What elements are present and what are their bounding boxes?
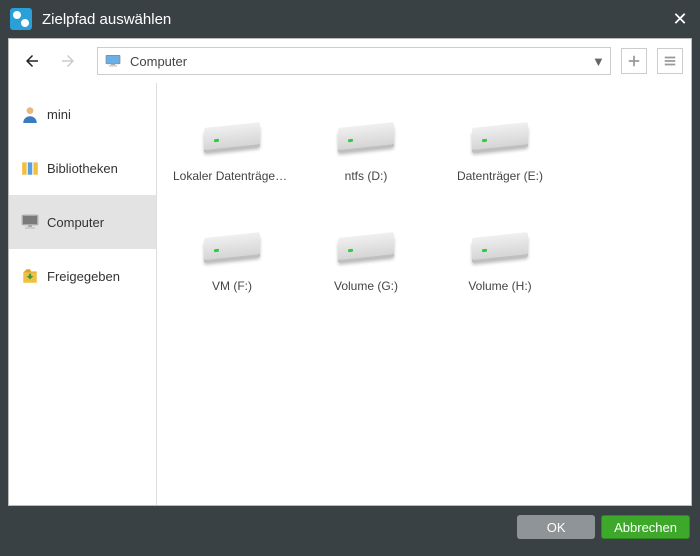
disk-icon [468, 217, 532, 265]
drive-item[interactable]: Volume (H:) [437, 211, 563, 309]
path-text: Computer [130, 54, 592, 69]
sidebar: mini Bibliotheken Computer Freigegeben [9, 83, 157, 505]
drive-item[interactable]: Datenträger (E:) [437, 101, 563, 199]
list-icon [663, 54, 677, 68]
cancel-label: Abbrechen [614, 520, 677, 535]
drive-label: ntfs (D:) [303, 169, 429, 183]
sidebar-item-shared[interactable]: Freigegeben [9, 249, 156, 303]
disk-icon [468, 107, 532, 155]
drive-item[interactable]: ntfs (D:) [303, 101, 429, 199]
sidebar-item-user[interactable]: mini [9, 87, 156, 141]
new-folder-button[interactable] [621, 48, 647, 74]
path-bar[interactable]: Computer ▼ [97, 47, 611, 75]
shared-icon [21, 267, 39, 285]
drive-item[interactable]: Volume (G:) [303, 211, 429, 309]
sidebar-item-libraries[interactable]: Bibliotheken [9, 141, 156, 195]
arrow-left-icon [23, 52, 41, 70]
main-panel: Computer ▼ mini [8, 38, 692, 506]
view-list-button[interactable] [657, 48, 683, 74]
forward-button[interactable] [53, 46, 83, 76]
cancel-button[interactable]: Abbrechen [601, 515, 690, 539]
back-button[interactable] [17, 46, 47, 76]
window-title: Zielpfad auswählen [42, 11, 670, 28]
path-dropdown-icon[interactable]: ▼ [592, 54, 604, 69]
drive-label: VM (F:) [169, 279, 295, 293]
drive-label: Lokaler Datenträger (... [169, 169, 295, 183]
drive-item[interactable]: Lokaler Datenträger (... [169, 101, 295, 199]
computer-icon [104, 54, 122, 68]
arrow-right-icon [59, 52, 77, 70]
footer: OK Abbrechen [0, 506, 700, 548]
ok-button[interactable]: OK [517, 515, 595, 539]
user-icon [21, 105, 39, 123]
app-icon [10, 8, 32, 30]
sidebar-item-label: Bibliotheken [47, 161, 118, 176]
drive-label: Volume (G:) [303, 279, 429, 293]
close-icon[interactable]: ✕ [670, 9, 690, 29]
plus-icon [627, 54, 641, 68]
ok-label: OK [547, 520, 566, 535]
sidebar-item-label: Computer [47, 215, 104, 230]
library-icon [21, 159, 39, 177]
sidebar-item-label: mini [47, 107, 71, 122]
disk-icon [334, 217, 398, 265]
disk-icon [334, 107, 398, 155]
disk-icon [200, 217, 264, 265]
sidebar-item-computer[interactable]: Computer [9, 195, 156, 249]
drive-item[interactable]: VM (F:) [169, 211, 295, 309]
drive-label: Datenträger (E:) [437, 169, 563, 183]
computer-icon [21, 213, 39, 231]
titlebar: Zielpfad auswählen ✕ [0, 0, 700, 38]
body-area: mini Bibliotheken Computer Freigegeben [9, 83, 691, 505]
drive-grid: Lokaler Datenträger (... ntfs (D:) Daten… [157, 83, 691, 505]
toolbar: Computer ▼ [9, 39, 691, 83]
drive-label: Volume (H:) [437, 279, 563, 293]
sidebar-item-label: Freigegeben [47, 269, 120, 284]
disk-icon [200, 107, 264, 155]
